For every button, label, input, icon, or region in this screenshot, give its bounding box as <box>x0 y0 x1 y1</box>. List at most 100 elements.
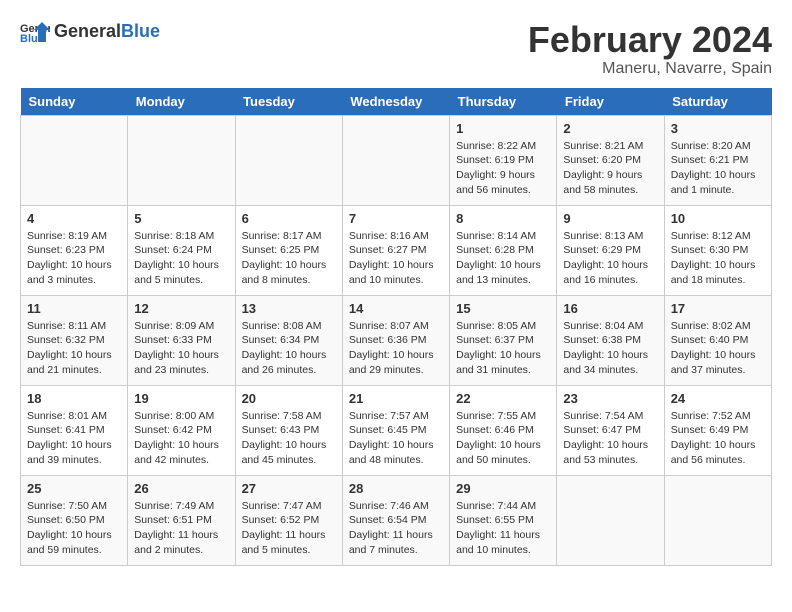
day-number: 11 <box>27 301 121 316</box>
day-info: Sunrise: 8:09 AMSunset: 6:33 PMDaylight:… <box>134 319 228 378</box>
week-row-4: 18Sunrise: 8:01 AMSunset: 6:41 PMDayligh… <box>21 385 772 475</box>
logo-general-text: General <box>54 21 121 41</box>
day-info: Sunrise: 7:46 AMSunset: 6:54 PMDaylight:… <box>349 499 443 558</box>
day-info: Sunrise: 7:50 AMSunset: 6:50 PMDaylight:… <box>27 499 121 558</box>
day-number: 3 <box>671 121 765 136</box>
day-info: Sunrise: 7:47 AMSunset: 6:52 PMDaylight:… <box>242 499 336 558</box>
day-info: Sunrise: 8:12 AMSunset: 6:30 PMDaylight:… <box>671 229 765 288</box>
day-info: Sunrise: 7:55 AMSunset: 6:46 PMDaylight:… <box>456 409 550 468</box>
day-info: Sunrise: 8:08 AMSunset: 6:34 PMDaylight:… <box>242 319 336 378</box>
weekday-header-thursday: Thursday <box>450 88 557 116</box>
day-info: Sunrise: 7:54 AMSunset: 6:47 PMDaylight:… <box>563 409 657 468</box>
week-row-2: 4 Sunrise: 8:19 AMSunset: 6:23 PMDaylight… <box>21 205 772 295</box>
calendar-subtitle: Maneru, Navarre, Spain <box>528 60 772 78</box>
calendar-cell: 22 Sunrise: 7:55 AMSunset: 6:46 PMDayligh… <box>450 385 557 475</box>
day-number: 18 <box>27 391 121 406</box>
day-info: Sunrise: 7:49 AMSunset: 6:51 PMDaylight:… <box>134 499 228 558</box>
day-number: 13 <box>242 301 336 316</box>
calendar-table: SundayMondayTuesdayWednesdayThursdayFrid… <box>20 88 772 566</box>
calendar-cell: 7 Sunrise: 8:16 AMSunset: 6:27 PMDaylight… <box>342 205 449 295</box>
calendar-cell: 1 Sunrise: 8:22 AMSunset: 6:19 PMDaylight… <box>450 115 557 205</box>
calendar-cell: 9Sunrise: 8:13 AMSunset: 6:29 PMDaylight… <box>557 205 664 295</box>
day-info: Sunrise: 8:00 AMSunset: 6:42 PMDaylight:… <box>134 409 228 468</box>
day-info: Sunrise: 8:18 AMSunset: 6:24 PMDaylight:… <box>134 229 228 288</box>
day-number: 20 <box>242 391 336 406</box>
calendar-cell <box>342 115 449 205</box>
day-number: 16 <box>563 301 657 316</box>
day-number: 4 <box>27 211 121 226</box>
page-header: General Blue GeneralBlue February 2024 M… <box>20 20 772 78</box>
calendar-cell: 13 Sunrise: 8:08 AMSunset: 6:34 PMDayligh… <box>235 295 342 385</box>
day-info: Sunrise: 8:19 AMSunset: 6:23 PMDaylight:… <box>27 229 121 288</box>
day-info: Sunrise: 8:16 AMSunset: 6:27 PMDaylight:… <box>349 229 443 288</box>
day-number: 5 <box>134 211 228 226</box>
week-row-5: 25 Sunrise: 7:50 AMSunset: 6:50 PMDayligh… <box>21 475 772 565</box>
weekday-header-wednesday: Wednesday <box>342 88 449 116</box>
day-number: 25 <box>27 481 121 496</box>
day-number: 1 <box>456 121 550 136</box>
calendar-cell: 6 Sunrise: 8:17 AMSunset: 6:25 PMDaylight… <box>235 205 342 295</box>
day-info: Sunrise: 8:11 AMSunset: 6:32 PMDaylight:… <box>27 319 121 378</box>
day-number: 23 <box>563 391 657 406</box>
calendar-cell: 18Sunrise: 8:01 AMSunset: 6:41 PMDayligh… <box>21 385 128 475</box>
calendar-cell: 2 Sunrise: 8:21 AMSunset: 6:20 PMDaylight… <box>557 115 664 205</box>
calendar-cell: 8Sunrise: 8:14 AMSunset: 6:28 PMDaylight… <box>450 205 557 295</box>
day-number: 7 <box>349 211 443 226</box>
calendar-cell: 10 Sunrise: 8:12 AMSunset: 6:30 PMDayligh… <box>664 205 771 295</box>
day-number: 28 <box>349 481 443 496</box>
day-number: 15 <box>456 301 550 316</box>
calendar-cell: 5 Sunrise: 8:18 AMSunset: 6:24 PMDaylight… <box>128 205 235 295</box>
calendar-title: February 2024 <box>528 20 772 60</box>
calendar-cell: 16Sunrise: 8:04 AMSunset: 6:38 PMDayligh… <box>557 295 664 385</box>
day-number: 8 <box>456 211 550 226</box>
calendar-body: 1 Sunrise: 8:22 AMSunset: 6:19 PMDaylight… <box>21 115 772 565</box>
calendar-cell: 28 Sunrise: 7:46 AMSunset: 6:54 PMDayligh… <box>342 475 449 565</box>
calendar-cell: 17 Sunrise: 8:02 AMSunset: 6:40 PMDayligh… <box>664 295 771 385</box>
calendar-cell: 26Sunrise: 7:49 AMSunset: 6:51 PMDayligh… <box>128 475 235 565</box>
day-info: Sunrise: 7:52 AMSunset: 6:49 PMDaylight:… <box>671 409 765 468</box>
calendar-cell: 20Sunrise: 7:58 AMSunset: 6:43 PMDayligh… <box>235 385 342 475</box>
calendar-cell: 27Sunrise: 7:47 AMSunset: 6:52 PMDayligh… <box>235 475 342 565</box>
week-row-3: 11 Sunrise: 8:11 AMSunset: 6:32 PMDayligh… <box>21 295 772 385</box>
day-info: Sunrise: 7:57 AMSunset: 6:45 PMDaylight:… <box>349 409 443 468</box>
weekday-header-monday: Monday <box>128 88 235 116</box>
day-number: 22 <box>456 391 550 406</box>
calendar-cell: 23 Sunrise: 7:54 AMSunset: 6:47 PMDayligh… <box>557 385 664 475</box>
day-number: 24 <box>671 391 765 406</box>
calendar-cell: 11 Sunrise: 8:11 AMSunset: 6:32 PMDayligh… <box>21 295 128 385</box>
day-info: Sunrise: 8:07 AMSunset: 6:36 PMDaylight:… <box>349 319 443 378</box>
day-info: Sunrise: 8:20 AMSunset: 6:21 PMDaylight:… <box>671 139 765 198</box>
calendar-cell <box>21 115 128 205</box>
calendar-cell <box>557 475 664 565</box>
weekday-header-tuesday: Tuesday <box>235 88 342 116</box>
day-number: 29 <box>456 481 550 496</box>
week-row-1: 1 Sunrise: 8:22 AMSunset: 6:19 PMDaylight… <box>21 115 772 205</box>
calendar-cell <box>128 115 235 205</box>
day-info: Sunrise: 7:44 AMSunset: 6:55 PMDaylight:… <box>456 499 550 558</box>
weekday-header-saturday: Saturday <box>664 88 771 116</box>
day-info: Sunrise: 8:21 AMSunset: 6:20 PMDaylight:… <box>563 139 657 198</box>
title-area: February 2024 Maneru, Navarre, Spain <box>528 20 772 78</box>
day-number: 9 <box>563 211 657 226</box>
calendar-cell: 29 Sunrise: 7:44 AMSunset: 6:55 PMDayligh… <box>450 475 557 565</box>
calendar-cell: 21 Sunrise: 7:57 AMSunset: 6:45 PMDayligh… <box>342 385 449 475</box>
weekday-header-row: SundayMondayTuesdayWednesdayThursdayFrid… <box>21 88 772 116</box>
logo-icon: General Blue <box>20 20 50 44</box>
calendar-cell: 25 Sunrise: 7:50 AMSunset: 6:50 PMDayligh… <box>21 475 128 565</box>
day-number: 21 <box>349 391 443 406</box>
day-number: 12 <box>134 301 228 316</box>
day-number: 10 <box>671 211 765 226</box>
calendar-cell: 3 Sunrise: 8:20 AMSunset: 6:21 PMDaylight… <box>664 115 771 205</box>
logo-blue-text: Blue <box>121 21 160 41</box>
calendar-cell: 24 Sunrise: 7:52 AMSunset: 6:49 PMDayligh… <box>664 385 771 475</box>
day-number: 17 <box>671 301 765 316</box>
calendar-cell: 19 Sunrise: 8:00 AMSunset: 6:42 PMDayligh… <box>128 385 235 475</box>
day-info: Sunrise: 8:17 AMSunset: 6:25 PMDaylight:… <box>242 229 336 288</box>
day-info: Sunrise: 8:22 AMSunset: 6:19 PMDaylight:… <box>456 139 550 198</box>
calendar-cell: 14Sunrise: 8:07 AMSunset: 6:36 PMDayligh… <box>342 295 449 385</box>
calendar-cell: 4 Sunrise: 8:19 AMSunset: 6:23 PMDaylight… <box>21 205 128 295</box>
day-number: 19 <box>134 391 228 406</box>
day-number: 6 <box>242 211 336 226</box>
day-number: 2 <box>563 121 657 136</box>
day-info: Sunrise: 8:02 AMSunset: 6:40 PMDaylight:… <box>671 319 765 378</box>
